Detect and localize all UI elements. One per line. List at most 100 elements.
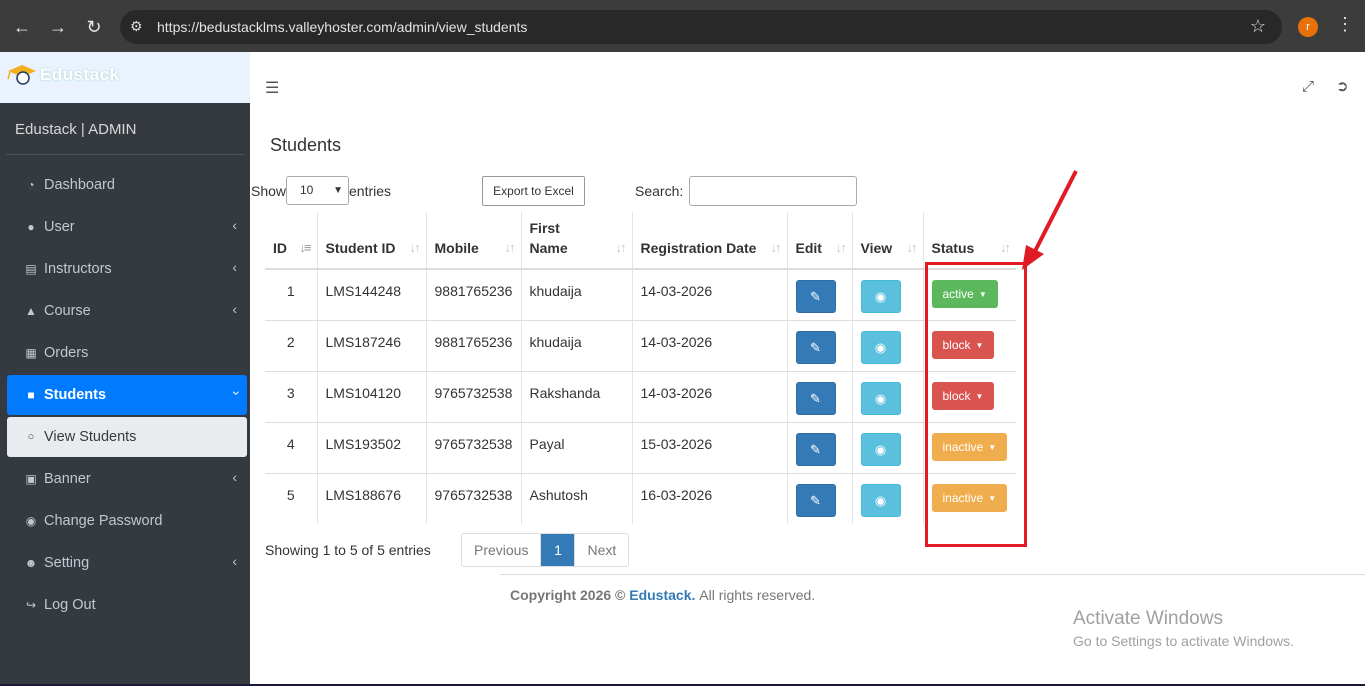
cell-id: 3: [265, 371, 318, 423]
sidebar-item-setting[interactable]: ☻ Setting ‹: [7, 543, 247, 583]
sidebar-item-dashboard[interactable]: ◔ Dashboard: [7, 165, 247, 205]
view-button[interactable]: ◉: [860, 280, 901, 313]
browser-menu-icon[interactable]: ⋮: [1336, 14, 1354, 35]
graduation-cap-icon: ▲: [25, 304, 37, 318]
chevron-left-icon: ‹: [232, 301, 237, 317]
sidebar-item-label: Banner: [44, 471, 91, 487]
sidebar-item-logout[interactable]: ↪ Log Out: [7, 585, 247, 625]
cell-view: ◉: [852, 422, 924, 474]
chevron-left-icon: ‹: [232, 469, 237, 485]
col-header-status[interactable]: Status ↓↑: [923, 212, 1016, 270]
edit-button[interactable]: ✎: [795, 330, 836, 364]
previous-page-button[interactable]: Previous: [462, 534, 542, 566]
showing-entries-text: Showing 1 to 5 of 5 entries: [265, 542, 431, 558]
reload-icon[interactable]: ↻: [83, 16, 105, 38]
entries-select[interactable]: 10 ▼: [286, 176, 349, 205]
sidebar-item-course[interactable]: ▲ Course ‹: [7, 291, 247, 331]
next-page-button[interactable]: Next: [574, 534, 628, 566]
cell-registration-date: 14-03-2026: [632, 371, 788, 423]
circle-icon: ○: [27, 431, 35, 443]
edit-button[interactable]: ✎: [795, 432, 836, 466]
instructor-icon: ▤: [25, 262, 37, 276]
col-header-mobile[interactable]: Mobile ↓↑: [426, 212, 522, 270]
logout-top-icon[interactable]: ➲: [1336, 77, 1349, 95]
view-button[interactable]: ◉: [860, 483, 901, 517]
col-header-view[interactable]: View ↓↑: [852, 212, 924, 270]
sidebar-item-banner[interactable]: ▣ Banner ‹: [7, 459, 247, 499]
activate-windows-subtitle: Go to Settings to activate Windows.: [1073, 633, 1294, 649]
bookmark-star-icon[interactable]: ☆: [1250, 16, 1266, 37]
sort-icon: ↓↑: [1000, 240, 1011, 255]
sidebar-item-user[interactable]: ● User ‹: [7, 207, 247, 247]
cell-id: 1: [265, 269, 318, 321]
sidebar-item-students[interactable]: ■ Students ‹: [7, 375, 247, 415]
edit-button[interactable]: ✎: [795, 483, 836, 517]
sidebar-item-view-students[interactable]: ○ View Students: [7, 417, 247, 457]
table-row: 5 LMS188676 9765732538 Ashutosh 16-03-20…: [265, 473, 1016, 524]
table-row: 1 LMS144248 9881765236 khudaija 14-03-20…: [265, 269, 1016, 321]
sidebar-item-label: Students: [44, 387, 107, 403]
eye-icon: ◉: [874, 390, 887, 406]
sidebar-item-label: Orders: [44, 345, 89, 361]
cell-id: 2: [265, 320, 318, 372]
sidebar-item-orders[interactable]: ▦ Orders: [7, 333, 247, 373]
chevron-left-icon: ‹: [232, 553, 237, 569]
browser-toolbar: ← → ↻ ⚙ https://bedustacklms.valleyhoste…: [0, 0, 1365, 52]
forward-arrow-icon[interactable]: →: [47, 16, 69, 38]
cell-id: 4: [265, 422, 318, 474]
footer-brand-link[interactable]: Edustack.: [629, 587, 695, 603]
cell-student-id: LMS188676: [317, 473, 427, 524]
sidebar-item-label: Dashboard: [44, 177, 115, 193]
sort-icon: ↓↑: [615, 240, 627, 255]
cell-mobile: 9881765236: [426, 320, 522, 372]
page-1-button[interactable]: 1: [541, 534, 575, 566]
col-header-first-name[interactable]: First Name ↓↑: [521, 212, 633, 270]
edit-icon: ✎: [810, 339, 821, 355]
col-header-id[interactable]: ID ↓≡: [265, 212, 318, 270]
edit-button[interactable]: ✎: [795, 381, 836, 415]
cell-view: ◉: [852, 473, 924, 524]
view-button[interactable]: ◉: [860, 381, 901, 415]
cell-view: ◉: [852, 371, 924, 423]
cell-student-id: LMS187246: [317, 320, 427, 372]
logo-area[interactable]: Edustack: [0, 52, 250, 103]
sort-icon: ↓↑: [835, 240, 847, 255]
sidebar-item-label: View Students: [44, 429, 137, 445]
cell-mobile: 9765732538: [426, 473, 522, 524]
edit-icon: ✎: [810, 492, 821, 508]
sort-icon: ↓↑: [906, 240, 918, 255]
eye-icon: ◉: [874, 339, 887, 355]
edit-button[interactable]: ✎: [795, 280, 836, 313]
students-table: ID ↓≡ Student ID ↓↑ Mobile ↓↑ First Name ↓↑ …: [265, 212, 1016, 524]
col-header-registration-date[interactable]: Registration Date ↓↑: [632, 212, 788, 270]
url-text[interactable]: https://bedustacklms.valleyhoster.com/ad…: [157, 19, 527, 35]
col-header-student-id[interactable]: Student ID ↓↑: [317, 212, 427, 270]
view-button[interactable]: ◉: [860, 330, 901, 364]
address-bar[interactable]: ⚙ https://bedustacklms.valleyhoster.com/…: [120, 10, 1282, 44]
site-settings-icon[interactable]: ⚙: [130, 18, 143, 35]
cell-first-name: Rakshanda: [521, 371, 633, 423]
col-header-edit[interactable]: Edit ↓↑: [787, 212, 853, 270]
cell-edit: ✎: [787, 320, 853, 372]
search-input[interactable]: [689, 176, 857, 206]
table-row: 3 LMS104120 9765732538 Rakshanda 14-03-2…: [265, 371, 1016, 423]
sidebar-item-instructors[interactable]: ▤ Instructors ‹: [7, 249, 247, 289]
sort-icon: ↓↑: [409, 240, 421, 255]
back-arrow-icon[interactable]: ←: [11, 16, 33, 38]
cell-registration-date: 14-03-2026: [632, 320, 788, 372]
cell-student-id: LMS104120: [317, 371, 427, 423]
footer-divider: [500, 574, 1365, 575]
hamburger-menu-icon[interactable]: ☰: [265, 78, 279, 98]
cell-registration-date: 16-03-2026: [632, 473, 788, 524]
cell-first-name: khudaija: [521, 269, 633, 321]
eye-icon: ◉: [874, 492, 887, 508]
sidebar: Edustack Edustack | ADMIN ◔ Dashboard ● …: [0, 52, 250, 686]
sidebar-item-label: Setting: [44, 555, 90, 571]
view-button[interactable]: ◉: [860, 432, 901, 466]
sidebar-item-change-password[interactable]: ◉ Change Password: [7, 501, 247, 541]
cell-registration-date: 15-03-2026: [632, 422, 788, 474]
fullscreen-expand-icon[interactable]: ⤢: [1302, 78, 1314, 95]
export-excel-button[interactable]: Export to Excel: [482, 176, 585, 206]
cell-edit: ✎: [787, 422, 853, 474]
profile-avatar[interactable]: r: [1298, 17, 1318, 37]
